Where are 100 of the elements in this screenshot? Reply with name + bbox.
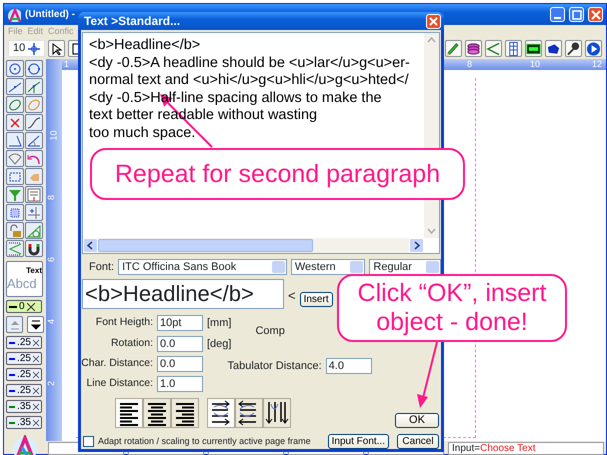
- maximize-button[interactable]: [569, 7, 584, 22]
- form-button[interactable]: [25, 186, 43, 203]
- zoom-value: 10: [13, 41, 26, 56]
- ruler-label: 1: [64, 60, 70, 69]
- magnet-button[interactable]: [25, 240, 43, 257]
- input-field[interactable]: 4.0: [326, 358, 372, 374]
- cross-icon: [8, 116, 22, 130]
- angle-arc-button[interactable]: [25, 132, 43, 149]
- ok-button[interactable]: OK: [395, 413, 439, 428]
- pin-button[interactable]: [565, 40, 582, 57]
- input-field[interactable]: 1.0: [157, 376, 203, 392]
- checkbox[interactable]: [83, 436, 94, 447]
- padlock-button[interactable]: [6, 222, 24, 239]
- zoom-field[interactable]: 10: [8, 40, 46, 57]
- line-width-button[interactable]: .25: [6, 336, 42, 349]
- raise-button[interactable]: [6, 316, 23, 333]
- circle-tool-button[interactable]: [6, 60, 24, 77]
- text-tool-button[interactable]: Text Abcd: [6, 261, 43, 297]
- ellipse-tool-icon: [8, 98, 22, 112]
- raise-icon: [10, 320, 20, 330]
- ruler-label: 12: [592, 60, 602, 69]
- line-width-button[interactable]: .25: [6, 352, 42, 365]
- arc-button[interactable]: [6, 150, 24, 167]
- vertical-direction-button[interactable]: [263, 398, 291, 428]
- cross-icon: [32, 418, 39, 426]
- display-button[interactable]: [525, 40, 542, 57]
- align-right-button[interactable]: [171, 398, 199, 428]
- line-width-button[interactable]: .35: [6, 416, 42, 429]
- scroll-right-button[interactable]: [409, 238, 424, 252]
- stack-icon: [466, 40, 481, 56]
- close-button[interactable]: [426, 14, 441, 28]
- cancel-button[interactable]: Cancel: [397, 434, 439, 449]
- line-width-button[interactable]: .35: [6, 400, 42, 413]
- circle-points-button[interactable]: [25, 60, 43, 77]
- cross-icon: [32, 354, 39, 362]
- curve-button[interactable]: [25, 114, 43, 131]
- ruler-label: 4: [47, 319, 56, 324]
- triangle-button[interactable]: [485, 40, 502, 57]
- font-label: Font:: [89, 260, 114, 274]
- close-button[interactable]: [588, 7, 603, 22]
- pointer-tool-button[interactable]: [48, 40, 66, 57]
- pencil-button[interactable]: [445, 40, 462, 57]
- lower-icon: [30, 320, 40, 330]
- right-to-left-button[interactable]: [235, 398, 263, 428]
- scroll-thumb[interactable]: [98, 238, 313, 252]
- input-field[interactable]: 10pt: [157, 315, 203, 332]
- ellipse-tool-button[interactable]: [6, 96, 24, 113]
- dropdown[interactable]: Regular: [369, 258, 441, 275]
- magnet-icon: [27, 242, 41, 256]
- window-title: (Untitled) -: [25, 8, 75, 22]
- undo-button[interactable]: [25, 150, 43, 167]
- line-width-button[interactable]: .25: [6, 368, 42, 381]
- stack-button[interactable]: [465, 40, 482, 57]
- dropdown[interactable]: ITC Officina Sans Book: [118, 258, 287, 275]
- dotted-triangle-button[interactable]: [6, 240, 24, 257]
- input-font-button[interactable]: Input Font...: [328, 434, 389, 449]
- dropdown[interactable]: Western: [290, 258, 366, 275]
- shape-button[interactable]: [545, 40, 562, 57]
- text-line: <dy -0.5>A headline should be <u>lar</u>g<u>er-: [89, 54, 411, 72]
- ellipse-points-button[interactable]: [25, 96, 43, 113]
- unit-label: [mm]: [207, 316, 232, 331]
- line-width-button[interactable]: 0: [6, 300, 42, 313]
- scroll-left-button[interactable]: [83, 238, 98, 252]
- play-button[interactable]: [585, 40, 602, 57]
- funnel-button[interactable]: [6, 186, 24, 203]
- text-line: <b>Headline</b>: [89, 37, 202, 54]
- ruler-label: 10: [530, 60, 540, 69]
- left-to-right-button[interactable]: [207, 398, 235, 428]
- input-field[interactable]: 0.0: [157, 336, 203, 352]
- plus-grid-icon: [27, 206, 41, 220]
- pointer-icon: [50, 42, 63, 54]
- line-width-button[interactable]: .25: [6, 384, 42, 397]
- ruler-label: 10: [50, 130, 58, 140]
- horizontal-scrollbar[interactable]: [83, 238, 424, 252]
- scroll-left-icon: [86, 240, 95, 250]
- ellipse-points-icon: [27, 98, 41, 112]
- pencil-icon: [446, 40, 461, 56]
- cross-button[interactable]: [6, 114, 24, 131]
- plus-grid-button[interactable]: [25, 204, 43, 221]
- input-field[interactable]: 0.0: [157, 356, 203, 372]
- triangle-circle-button[interactable]: [25, 222, 43, 239]
- field-label: Rotation:: [110, 336, 153, 351]
- font-preview: <b>Headline</b>: [82, 279, 284, 309]
- cross-icon: [32, 386, 39, 394]
- polyline-button[interactable]: [25, 78, 43, 95]
- minimize-button[interactable]: [550, 7, 565, 22]
- crosshair-icon: [28, 42, 40, 54]
- align-center-button[interactable]: [143, 398, 171, 428]
- grid-button[interactable]: [505, 40, 522, 57]
- app-logo-icon: [7, 8, 21, 22]
- field-label: Comp: [255, 324, 286, 339]
- line-tool-button[interactable]: [6, 78, 24, 95]
- align-left-button[interactable]: [115, 398, 143, 428]
- angle-button[interactable]: [6, 132, 24, 149]
- dot-grid-button[interactable]: [6, 204, 24, 221]
- callout-text: Click “OK”, insert object - done!: [358, 279, 546, 337]
- selection-button[interactable]: [6, 168, 24, 185]
- form-icon: [27, 188, 41, 202]
- insert-button[interactable]: Insert: [300, 292, 333, 307]
- lower-button[interactable]: [27, 316, 44, 333]
